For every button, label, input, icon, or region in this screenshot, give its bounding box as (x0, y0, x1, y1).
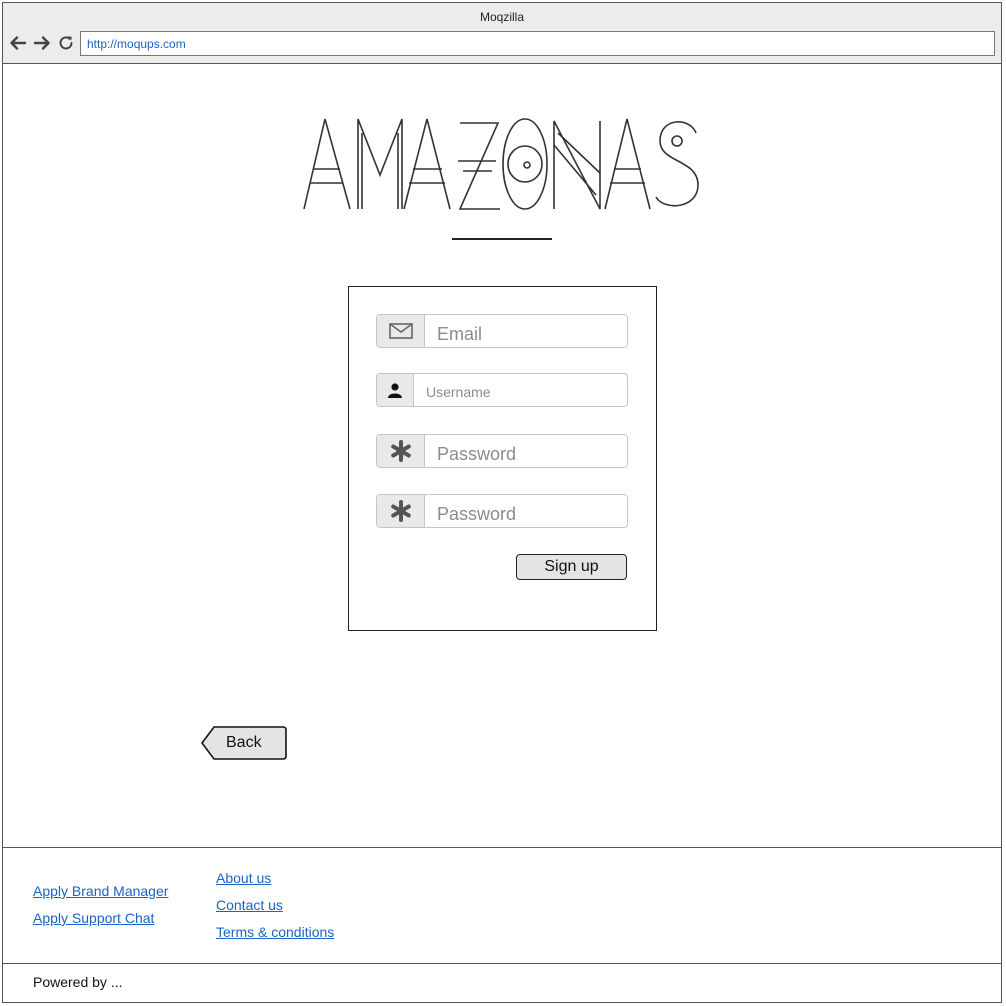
username-field (376, 373, 628, 407)
apply-brand-manager-link[interactable]: Apply Brand Manager (33, 883, 168, 899)
asterisk-icon (377, 435, 425, 467)
back-button-label: Back (226, 734, 262, 751)
email-field (376, 314, 628, 348)
asterisk-icon (377, 495, 425, 527)
password-field (376, 434, 628, 468)
signup-button[interactable]: Sign up (516, 554, 627, 580)
about-us-link[interactable]: About us (216, 870, 271, 886)
powered-by-text: Powered by ... (33, 974, 123, 990)
amazonas-logo (300, 113, 704, 213)
window-title: Moqzilla (479, 10, 524, 24)
reload-icon[interactable] (57, 34, 75, 52)
username-input[interactable] (414, 374, 627, 406)
footer-divider (3, 847, 1001, 848)
email-input[interactable] (425, 315, 627, 347)
user-icon (377, 374, 414, 406)
password-input[interactable] (425, 435, 627, 467)
back-arrow-icon[interactable] (9, 34, 27, 52)
terms-conditions-link[interactable]: Terms & conditions (216, 924, 334, 940)
browser-titlebar: Moqzilla http://moqups.com (3, 3, 1001, 64)
url-bar[interactable]: http://moqups.com (80, 31, 995, 56)
confirm-password-field (376, 494, 628, 528)
envelope-icon (377, 315, 425, 347)
contact-us-link[interactable]: Contact us (216, 897, 283, 913)
confirm-password-input[interactable] (425, 495, 627, 527)
back-button[interactable]: Back (200, 726, 287, 760)
apply-support-chat-link[interactable]: Apply Support Chat (33, 910, 154, 926)
logo-underline (452, 238, 552, 240)
forward-arrow-icon[interactable] (33, 34, 51, 52)
footer-bottom-divider (3, 963, 1001, 964)
